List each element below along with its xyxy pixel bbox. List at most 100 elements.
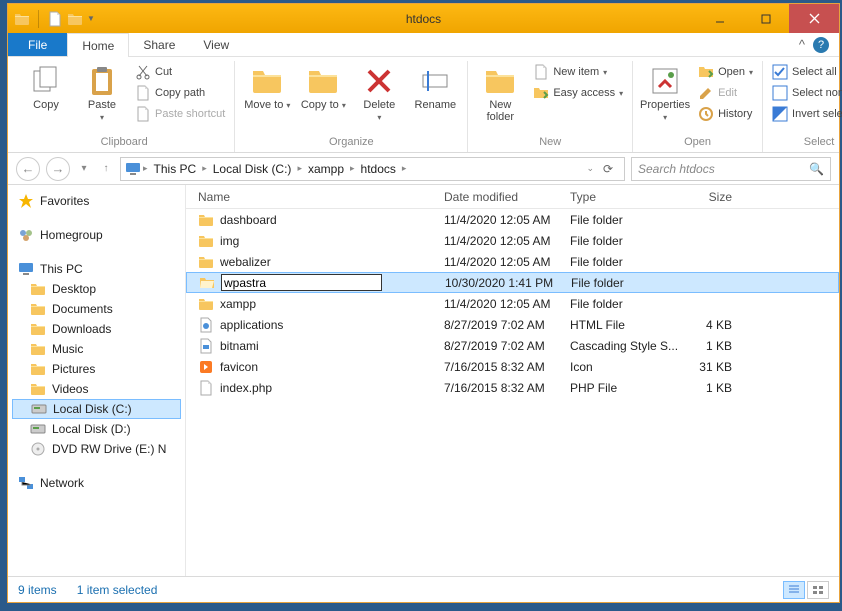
nav-favorites[interactable]: Favorites [12, 191, 181, 211]
properties-button[interactable]: Properties▾ [639, 63, 691, 123]
file-name: dashboard [220, 213, 277, 227]
column-headers[interactable]: Name Date modified Type Size [186, 185, 839, 209]
nav-documents[interactable]: Documents [12, 299, 181, 319]
breadcrumb-dropdown-icon[interactable]: ⌄ [586, 163, 594, 174]
delete-button[interactable]: Delete▾ [353, 63, 405, 123]
ribbon: Copy Paste▾ Cut Copy path Paste shortcut… [8, 57, 839, 153]
app-icon [14, 11, 30, 27]
favicon-icon [198, 359, 214, 375]
css-icon [198, 338, 214, 354]
nav-localdisk-d[interactable]: Local Disk (D:) [12, 419, 181, 439]
file-name: xampp [220, 297, 256, 311]
rename-input[interactable] [221, 274, 382, 291]
edit-button[interactable]: Edit [695, 84, 756, 102]
folder-icon [198, 254, 214, 270]
file-row[interactable]: dashboard11/4/2020 12:05 AMFile folder [186, 209, 839, 230]
address-bar: ← → ▾ ↑ ▸ This PC▸ Local Disk (C:)▸ xamp… [8, 153, 839, 185]
selectall-button[interactable]: Select all [769, 63, 842, 81]
navigation-pane: Favorites Homegroup This PC Desktop Docu… [8, 185, 186, 576]
file-name: index.php [220, 381, 272, 395]
easyaccess-button[interactable]: Easy access ▾ [530, 84, 626, 102]
maximize-button[interactable] [743, 4, 789, 33]
search-input[interactable]: Search htdocs 🔍 [631, 157, 831, 181]
nav-desktop[interactable]: Desktop [12, 279, 181, 299]
breadcrumb[interactable]: ▸ This PC▸ Local Disk (C:)▸ xampp▸ htdoc… [120, 157, 625, 181]
nav-thispc[interactable]: This PC [12, 259, 181, 279]
col-date[interactable]: Date modified [444, 190, 570, 204]
copy-button[interactable]: Copy [20, 63, 72, 111]
folder-icon [198, 233, 214, 249]
nav-dvd[interactable]: DVD RW Drive (E:) N [12, 439, 181, 459]
moveto-button[interactable]: Move to ▾ [241, 63, 293, 111]
newitem-button[interactable]: New item ▾ [530, 63, 626, 81]
monitor-icon [125, 161, 141, 177]
file-icon [198, 380, 214, 396]
file-row[interactable]: applications8/27/2019 7:02 AMHTML File4 … [186, 314, 839, 335]
file-row[interactable]: webalizer11/4/2020 12:05 AMFile folder [186, 251, 839, 272]
nav-pictures[interactable]: Pictures [12, 359, 181, 379]
col-size[interactable]: Size [682, 190, 742, 204]
selectnone-button[interactable]: Select none [769, 84, 842, 102]
back-button[interactable]: ← [16, 157, 40, 181]
close-button[interactable] [789, 4, 839, 33]
status-items: 9 items [18, 583, 57, 597]
file-pane: Name Date modified Type Size dashboard11… [186, 185, 839, 576]
file-row[interactable]: favicon7/16/2015 8:32 AMIcon31 KB [186, 356, 839, 377]
view-icons-button[interactable] [807, 581, 829, 599]
col-name[interactable]: Name [186, 190, 444, 204]
file-name: applications [220, 318, 283, 332]
up-button[interactable]: ↑ [98, 159, 114, 179]
html-icon [198, 317, 214, 333]
file-name: img [220, 234, 239, 248]
qat-newfolder-icon[interactable] [67, 11, 83, 27]
nav-downloads[interactable]: Downloads [12, 319, 181, 339]
nav-localdisk-c[interactable]: Local Disk (C:) [12, 399, 181, 419]
tab-file[interactable]: File [8, 33, 67, 56]
status-selected: 1 item selected [77, 583, 158, 597]
file-name: bitnami [220, 339, 259, 353]
tab-share[interactable]: Share [129, 33, 189, 56]
file-row[interactable]: xampp11/4/2020 12:05 AMFile folder [186, 293, 839, 314]
status-bar: 9 items 1 item selected [8, 576, 839, 602]
nav-network[interactable]: Network [12, 473, 181, 493]
open-button[interactable]: Open ▾ [695, 63, 756, 81]
minimize-ribbon-icon[interactable]: ^ [799, 37, 805, 52]
cut-button[interactable]: Cut [132, 63, 228, 81]
window-title: htdocs [406, 12, 441, 26]
rename-button[interactable]: Rename [409, 63, 461, 111]
qat-properties-icon[interactable] [47, 11, 63, 27]
search-icon[interactable]: 🔍 [809, 162, 824, 176]
copyto-button[interactable]: Copy to ▾ [297, 63, 349, 111]
file-list: dashboard11/4/2020 12:05 AMFile folderim… [186, 209, 839, 576]
titlebar[interactable]: ▼ htdocs [8, 4, 839, 33]
newfolder-button[interactable]: New folder [474, 63, 526, 123]
nav-homegroup[interactable]: Homegroup [12, 225, 181, 245]
tab-view[interactable]: View [189, 33, 243, 56]
file-row[interactable]: index.php7/16/2015 8:32 AMPHP File1 KB [186, 377, 839, 398]
folder-open-icon [199, 275, 215, 291]
recent-button[interactable]: ▾ [76, 159, 92, 179]
nav-videos[interactable]: Videos [12, 379, 181, 399]
minimize-button[interactable] [697, 4, 743, 33]
file-row[interactable]: 10/30/2020 1:41 PMFile folder [186, 272, 839, 293]
qat-caret-icon[interactable]: ▼ [87, 14, 95, 23]
folder-icon [198, 296, 214, 312]
history-button[interactable]: History [695, 105, 756, 123]
ribbon-tabs: File Home Share View ^ ? [8, 33, 839, 57]
nav-music[interactable]: Music [12, 339, 181, 359]
explorer-window: ▼ htdocs File Home Share View ^ ? Copy P… [7, 3, 840, 603]
forward-button[interactable]: → [46, 157, 70, 181]
paste-button[interactable]: Paste▾ [76, 63, 128, 122]
file-name: webalizer [220, 255, 271, 269]
tab-home[interactable]: Home [67, 33, 129, 57]
help-icon[interactable]: ? [813, 37, 829, 53]
file-row[interactable]: bitnami8/27/2019 7:02 AMCascading Style … [186, 335, 839, 356]
file-row[interactable]: img11/4/2020 12:05 AMFile folder [186, 230, 839, 251]
view-details-button[interactable] [783, 581, 805, 599]
pasteshortcut-button[interactable]: Paste shortcut [132, 105, 228, 123]
col-type[interactable]: Type [570, 190, 682, 204]
copypath-button[interactable]: Copy path [132, 84, 228, 102]
invert-button[interactable]: Invert selection [769, 105, 842, 123]
file-name: favicon [220, 360, 258, 374]
refresh-button[interactable]: ⟳ [596, 162, 620, 176]
